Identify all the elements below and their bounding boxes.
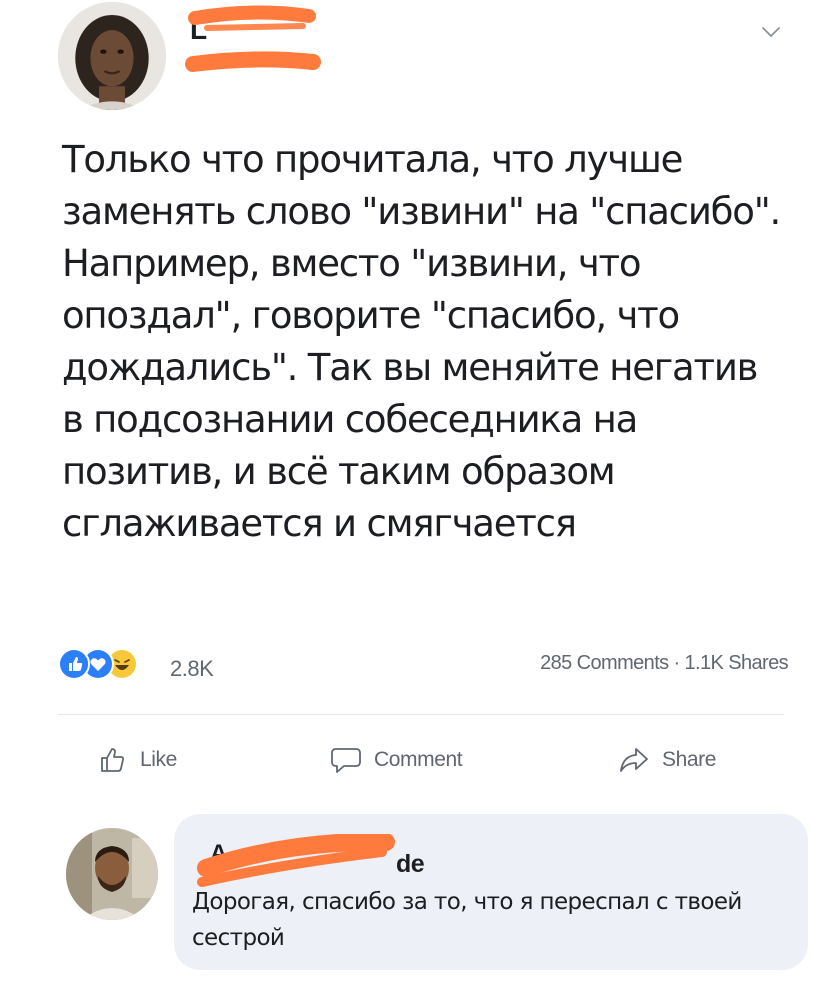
chevron-down-icon[interactable] xyxy=(760,24,782,40)
share-arrow-icon xyxy=(620,748,648,772)
post-header: L xyxy=(0,0,817,120)
comments-shares-count[interactable]: 285 Comments · 1.1K Shares xyxy=(540,652,788,675)
author-avatar[interactable] xyxy=(58,2,166,110)
share-button[interactable]: Share xyxy=(618,742,716,778)
commenter-name-end[interactable]: de xyxy=(396,850,425,879)
comment-button-label: Comment xyxy=(374,748,463,771)
redaction-scribble xyxy=(185,2,325,80)
author-avatar-photo xyxy=(58,2,166,110)
post-stats: 2.8K 285 Comments · 1.1K Shares xyxy=(58,640,789,688)
comment-button[interactable]: Comment xyxy=(330,742,463,778)
comment-bubble-icon xyxy=(331,748,361,773)
comment: A de Дорогая, спасибо за то, что я перес… xyxy=(36,810,808,980)
share-button-label: Share xyxy=(662,748,717,771)
comment-bubble[interactable]: A de Дорогая, спасибо за то, что я перес… xyxy=(174,814,808,970)
comment-text: Дорогая, спасибо за то, что я переспал с… xyxy=(192,889,742,951)
commenter-avatar-photo xyxy=(66,828,158,920)
commenter-avatar[interactable] xyxy=(66,828,158,920)
like-button[interactable]: Like xyxy=(98,742,177,778)
post-text: Только что прочитала, что лучше заменять… xyxy=(62,138,781,545)
like-button-label: Like xyxy=(140,748,177,771)
reaction-count: 2.8K xyxy=(170,656,214,681)
post-actions: Like Comment Share xyxy=(58,730,788,790)
thumbs-up-icon xyxy=(101,748,124,772)
like-reaction-icon xyxy=(58,648,90,680)
divider xyxy=(58,714,784,715)
